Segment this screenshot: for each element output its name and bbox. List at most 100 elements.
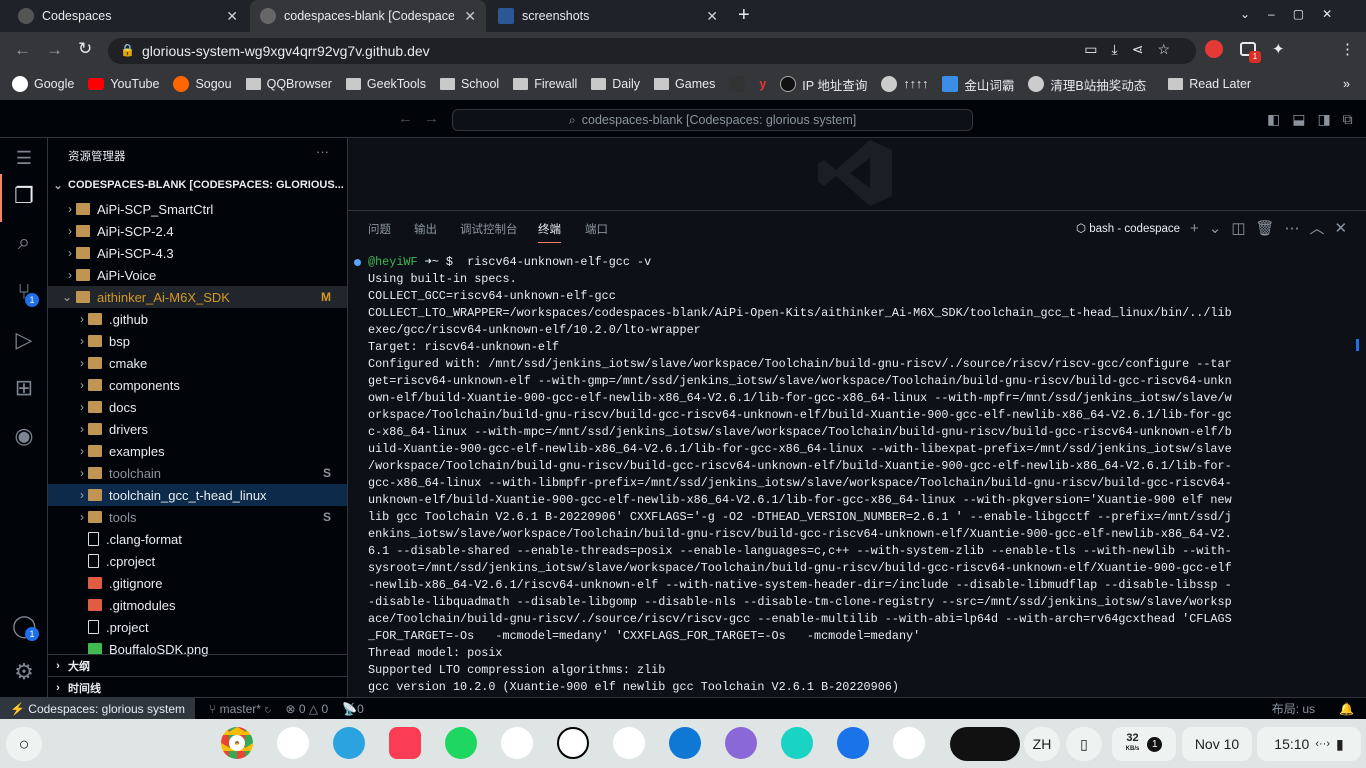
puzzle-icon[interactable]: ✦: [1272, 40, 1285, 58]
tree-item[interactable]: › cmake: [48, 352, 347, 374]
tree-item[interactable]: .project: [48, 616, 347, 638]
telegram-icon[interactable]: [333, 727, 365, 759]
bookmark-folder[interactable]: QQBrowser: [245, 77, 332, 91]
tree-item[interactable]: › AiPi-SCP-4.3: [48, 242, 347, 264]
feedly-icon[interactable]: [501, 727, 533, 759]
app-icon[interactable]: [781, 727, 813, 759]
tree-item[interactable]: .gitmodules: [48, 594, 347, 616]
bookmark-y[interactable]: y: [759, 77, 766, 91]
bookmark[interactable]: Sogou: [173, 76, 232, 92]
tree-item[interactable]: › drivers: [48, 418, 347, 440]
tree-item[interactable]: › bsp: [48, 330, 347, 352]
tab-screenshots[interactable]: screenshots ✕: [488, 0, 728, 32]
problems-item[interactable]: ⊗ 0 △ 0: [285, 702, 328, 716]
copilot-icon[interactable]: [725, 727, 757, 759]
more-actions-icon[interactable]: ···: [316, 144, 329, 159]
close-icon[interactable]: ✕: [464, 8, 476, 25]
menu-icon[interactable]: ⋮: [1340, 40, 1355, 58]
bookmark[interactable]: Google: [12, 76, 74, 92]
search-icon[interactable]: ⌕: [12, 230, 36, 254]
bookmark[interactable]: 清理B站抽奖动态: [1028, 75, 1146, 94]
files-icon[interactable]: [837, 727, 869, 759]
new-tab-button[interactable]: +: [738, 4, 750, 27]
bookmark-folder[interactable]: GeekTools: [345, 77, 426, 91]
ime-indicator[interactable]: ZH: [1024, 727, 1060, 761]
bookmark-folder[interactable]: Daily: [591, 77, 640, 91]
explorer-icon[interactable]: ❐: [12, 184, 36, 208]
tree-item[interactable]: › tools S: [48, 506, 347, 528]
close-icon[interactable]: ✕: [706, 8, 718, 25]
tree-item[interactable]: › toolchain_gcc_t-head_linux: [48, 484, 347, 506]
settings-gear-icon[interactable]: ⚙: [12, 660, 36, 684]
tree-item[interactable]: .clang-format: [48, 528, 347, 550]
spotify-icon[interactable]: [445, 727, 477, 759]
lock-icon[interactable]: 🔒: [120, 43, 135, 57]
todo-icon[interactable]: [613, 727, 645, 759]
extension-icon[interactable]: [1205, 40, 1223, 58]
screen-thumbnail[interactable]: [950, 727, 1020, 761]
bookmark[interactable]: ↑↑↑↑: [881, 76, 928, 92]
tab-terminal[interactable]: 终端: [538, 221, 561, 243]
tree-item[interactable]: › AiPi-Voice: [48, 264, 347, 286]
command-center[interactable]: ⌕ codespaces-blank [Codespaces: glorious …: [452, 109, 973, 131]
branch-item[interactable]: ⑂ master* ↻: [209, 702, 271, 716]
tab-debug-console[interactable]: 调试控制台: [460, 221, 518, 237]
bookmark[interactable]: 金山词霸: [942, 75, 1014, 94]
chrome-window-icon[interactable]: [893, 727, 925, 759]
scrollbar[interactable]: [1356, 339, 1359, 351]
onedrive-icon[interactable]: [669, 727, 701, 759]
bookmark[interactable]: YouTube: [88, 77, 159, 91]
keyboard-layout[interactable]: 布局: us: [1272, 700, 1315, 717]
tree-item[interactable]: .cproject: [48, 550, 347, 572]
phone-hub-icon[interactable]: ▯: [1066, 727, 1102, 761]
remote-indicator[interactable]: ⚡ Codespaces: glorious system: [0, 697, 196, 720]
terminal-selector[interactable]: ⬡ bash - codespace: [1076, 221, 1180, 235]
tab-codespaces-blank[interactable]: codespaces-blank [Codespaces: g✕: [250, 0, 486, 32]
tree-item[interactable]: › AiPi-SCP_SmartCtrl: [48, 198, 347, 220]
bookmark[interactable]: IP 地址查询: [780, 75, 867, 94]
tab-problems[interactable]: 问题: [368, 221, 391, 237]
panel-actions[interactable]: +⌄◫🗑⋯︿✕: [1190, 217, 1357, 238]
tab-codespaces[interactable]: Codespaces ✕: [8, 0, 248, 32]
timeline-section[interactable]: › 时间线: [48, 676, 347, 698]
back-icon[interactable]: ←: [398, 110, 413, 127]
tree-item[interactable]: › docs: [48, 396, 347, 418]
bookmark-folder[interactable]: School: [439, 77, 499, 91]
close-icon[interactable]: ✕: [226, 8, 238, 25]
back-icon[interactable]: ←: [14, 40, 31, 60]
window-controls[interactable]: ⌄–▢✕: [1240, 7, 1350, 21]
github-icon[interactable]: ◉: [12, 424, 36, 448]
notifications-bell-icon[interactable]: 🔔: [1339, 702, 1354, 716]
notion-icon[interactable]: [557, 727, 589, 759]
tree-item[interactable]: .gitignore: [48, 572, 347, 594]
url-input[interactable]: glorious-system-wg9xgv4qrr92vg7v.github.…: [108, 38, 1196, 64]
bookmark-folder[interactable]: Firewall: [513, 77, 577, 91]
tree-item[interactable]: ⌄ aithinker_Ai-M6X_SDK M: [48, 286, 347, 308]
bookmark-folder[interactable]: Games: [654, 77, 715, 91]
tree-item[interactable]: › components: [48, 374, 347, 396]
ports-item[interactable]: 📡0: [342, 702, 364, 716]
outline-section[interactable]: › 大纲: [48, 654, 347, 676]
tree-item[interactable]: › .github: [48, 308, 347, 330]
extensions-icon[interactable]: ⊞: [12, 376, 36, 400]
tree-item[interactable]: › toolchain S: [48, 462, 347, 484]
omnibox-actions[interactable]: ▭⤓⋖☆: [1084, 41, 1184, 58]
chrome-app-icon[interactable]: [221, 727, 253, 759]
forward-icon[interactable]: →: [424, 110, 439, 127]
more-bookmarks-icon[interactable]: »: [1343, 77, 1350, 91]
forward-icon[interactable]: →: [46, 40, 63, 60]
tab-ports[interactable]: 端口: [585, 221, 608, 237]
bookmark-epic[interactable]: [729, 76, 746, 92]
menu-icon[interactable]: ☰: [12, 146, 36, 170]
tab-output[interactable]: 输出: [414, 221, 437, 237]
run-debug-icon[interactable]: ▷: [12, 328, 36, 352]
terminal-output[interactable]: @heyiWF ➜~ $ riscv64-unknown-elf-gcc -v …: [354, 254, 1232, 696]
network-speed[interactable]: 32 KB/s 1: [1112, 727, 1176, 761]
layout-toggles[interactable]: ◧⬓◨⧉: [1267, 111, 1365, 128]
date[interactable]: Nov 10: [1182, 727, 1252, 761]
reload-icon[interactable]: ↻: [78, 39, 92, 59]
tree-item[interactable]: › AiPi-SCP-2.4: [48, 220, 347, 242]
apple-music-icon[interactable]: [389, 727, 421, 759]
play-store-icon[interactable]: [277, 727, 309, 759]
launcher-button[interactable]: ○: [6, 727, 42, 761]
